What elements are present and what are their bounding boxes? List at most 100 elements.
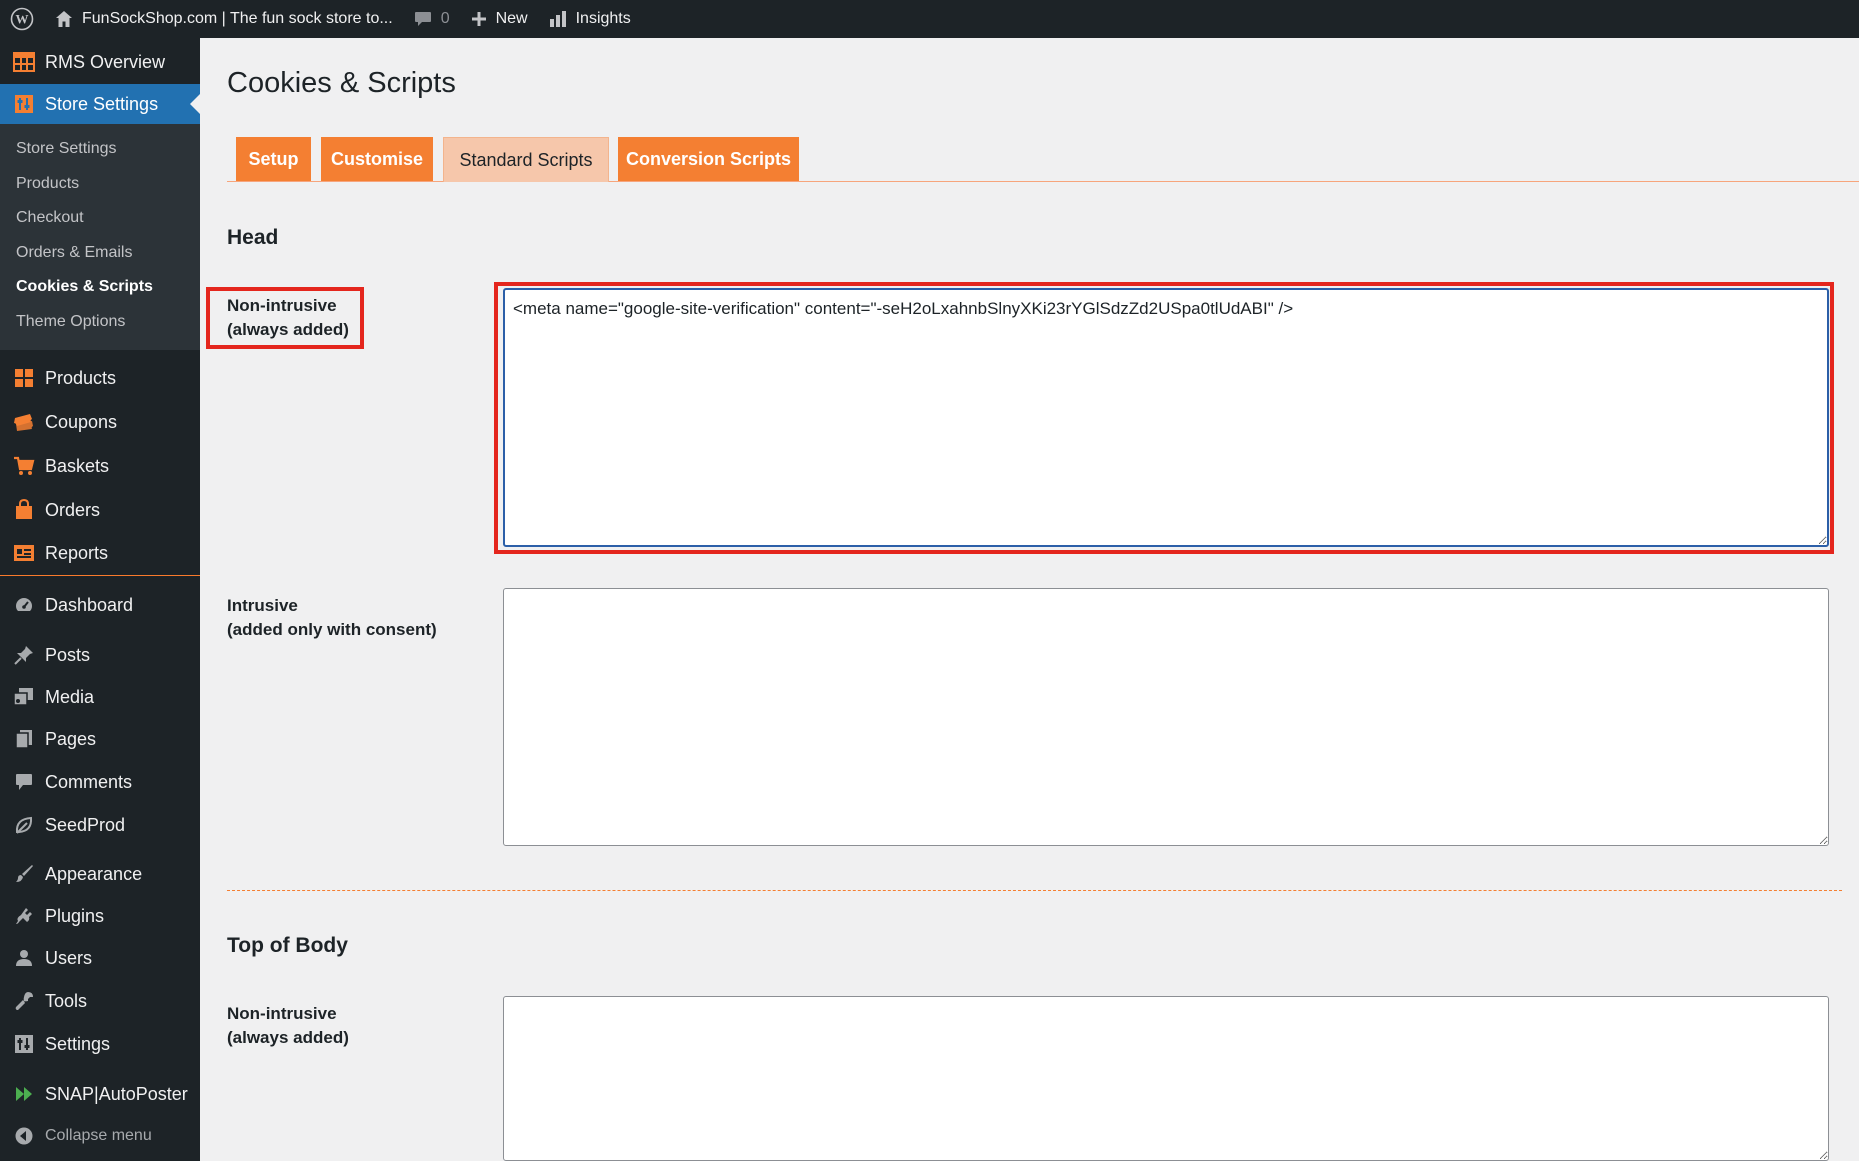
menu-rms-overview[interactable]: RMS Overview bbox=[0, 42, 200, 82]
submenu-theme-options[interactable]: Theme Options bbox=[16, 313, 125, 331]
site-name: FunSockShop.com | The fun sock store to.… bbox=[82, 10, 393, 27]
menu-label: Plugins bbox=[45, 905, 105, 926]
menu-label: Pages bbox=[45, 728, 97, 749]
menu-orders[interactable]: Orders bbox=[0, 490, 200, 530]
comment-icon bbox=[414, 12, 431, 26]
menu-label: SNAP|AutoPoster bbox=[45, 1083, 188, 1104]
body-section-title: Top of Body bbox=[227, 934, 348, 957]
label-line: Non-intrusive bbox=[227, 1004, 337, 1023]
head-intrusive-label: Intrusive (added only with consent) bbox=[227, 594, 437, 642]
menu-snap-autoposter[interactable]: SNAP|AutoPoster bbox=[0, 1074, 200, 1114]
report-icon bbox=[12, 541, 36, 565]
tab-setup[interactable]: Setup bbox=[236, 137, 311, 181]
submenu-checkout[interactable]: Checkout bbox=[16, 209, 84, 227]
label-line: Intrusive bbox=[227, 596, 298, 615]
settings-tabs: Setup Customise Standard Scripts Convers… bbox=[227, 137, 1859, 182]
menu-pages[interactable]: Pages bbox=[0, 719, 200, 759]
menu-label: Settings bbox=[45, 1033, 111, 1054]
menu-media[interactable]: Media bbox=[0, 677, 200, 717]
tab-customise[interactable]: Customise bbox=[321, 137, 433, 181]
menu-label: Coupons bbox=[45, 411, 118, 432]
settings-grid-icon bbox=[12, 92, 36, 116]
home-icon bbox=[56, 11, 72, 27]
menu-label: Baskets bbox=[45, 455, 110, 476]
collapse-menu-button[interactable]: Collapse menu bbox=[0, 1116, 200, 1156]
head-intrusive-textarea[interactable] bbox=[503, 588, 1829, 846]
insights-label: Insights bbox=[575, 10, 631, 27]
label-line: Non-intrusive bbox=[227, 296, 337, 315]
menu-separator bbox=[0, 575, 200, 576]
menu-label: Appearance bbox=[45, 863, 143, 884]
menu-label: Users bbox=[45, 947, 93, 968]
menu-reports[interactable]: Reports bbox=[0, 533, 200, 573]
submenu-store-settings[interactable]: Store Settings bbox=[16, 140, 117, 158]
admin-sidebar: RMS Overview Store Settings Store Settin… bbox=[0, 38, 200, 1161]
menu-products[interactable]: Products bbox=[0, 358, 200, 398]
insights-link[interactable]: Insights bbox=[538, 0, 641, 38]
site-name-link[interactable]: FunSockShop.com | The fun sock store to.… bbox=[44, 0, 403, 38]
cart-icon bbox=[12, 454, 36, 478]
menu-label: Tools bbox=[45, 990, 88, 1011]
menu-label: Store Settings bbox=[45, 93, 159, 114]
wordpress-logo-icon[interactable]: W bbox=[0, 0, 44, 38]
coupon-icon bbox=[12, 410, 36, 434]
collapse-icon bbox=[12, 1124, 36, 1148]
menu-label: Posts bbox=[45, 644, 91, 665]
menu-store-settings[interactable]: Store Settings bbox=[0, 84, 200, 124]
label-line: (always added) bbox=[227, 320, 349, 339]
body-non-intrusive-textarea[interactable] bbox=[503, 996, 1829, 1161]
menu-plugins[interactable]: Plugins bbox=[0, 896, 200, 936]
grid-icon bbox=[12, 366, 36, 390]
menu-label: SeedProd bbox=[45, 814, 126, 835]
menu-dashboard[interactable]: Dashboard bbox=[0, 585, 200, 625]
menu-users[interactable]: Users bbox=[0, 938, 200, 978]
menu-coupons[interactable]: Coupons bbox=[0, 402, 200, 442]
submenu-orders-emails[interactable]: Orders & Emails bbox=[16, 244, 132, 262]
menu-label: Media bbox=[45, 686, 95, 707]
menu-posts[interactable]: Posts bbox=[0, 635, 200, 675]
menu-comments[interactable]: Comments bbox=[0, 762, 200, 802]
head-non-intrusive-label: Non-intrusive (always added) bbox=[227, 294, 349, 342]
page-title: Cookies & Scripts bbox=[227, 67, 456, 99]
menu-seedprod[interactable]: SeedProd bbox=[0, 805, 200, 845]
plug-icon bbox=[12, 904, 36, 928]
menu-label: Reports bbox=[45, 542, 109, 563]
comment-count: 0 bbox=[440, 10, 450, 27]
pin-icon bbox=[12, 643, 36, 667]
tab-standard-scripts[interactable]: Standard Scripts bbox=[443, 137, 609, 182]
submenu-products[interactable]: Products bbox=[16, 175, 79, 193]
menu-tools[interactable]: Tools bbox=[0, 981, 200, 1021]
submenu-cookies-scripts[interactable]: Cookies & Scripts bbox=[16, 278, 153, 296]
bag-icon bbox=[12, 498, 36, 522]
head-non-intrusive-textarea[interactable] bbox=[503, 288, 1829, 547]
settings-icon bbox=[12, 1032, 36, 1056]
tab-conversion-scripts[interactable]: Conversion Scripts bbox=[618, 137, 799, 181]
store-settings-submenu: Store Settings Products Checkout Orders … bbox=[0, 124, 200, 350]
menu-label: Collapse menu bbox=[45, 1127, 152, 1144]
comments-link[interactable]: 0 bbox=[403, 0, 460, 38]
pages-icon bbox=[12, 727, 36, 751]
menu-settings[interactable]: Settings bbox=[0, 1024, 200, 1064]
menu-baskets[interactable]: Baskets bbox=[0, 446, 200, 486]
plus-icon bbox=[471, 12, 486, 26]
label-line: (added only with consent) bbox=[227, 620, 437, 639]
new-content-link[interactable]: New bbox=[460, 0, 538, 38]
menu-label: Dashboard bbox=[45, 594, 134, 615]
menu-label: Orders bbox=[45, 499, 101, 520]
user-icon bbox=[12, 946, 36, 970]
admin-bar: W FunSockShop.com | The fun sock store t… bbox=[0, 0, 1859, 38]
snap-arrow-icon bbox=[12, 1082, 36, 1106]
label-line: (always added) bbox=[227, 1028, 349, 1047]
main-content: Cookies & Scripts Setup Customise Standa… bbox=[200, 38, 1859, 1161]
menu-label: Products bbox=[45, 367, 117, 388]
table-icon bbox=[12, 50, 36, 74]
media-icon bbox=[12, 685, 36, 709]
menu-label: Comments bbox=[45, 771, 133, 792]
menu-appearance[interactable]: Appearance bbox=[0, 854, 200, 894]
bar-chart-icon bbox=[549, 11, 566, 27]
section-divider bbox=[227, 890, 1842, 891]
brush-icon bbox=[12, 862, 36, 886]
head-section-title: Head bbox=[227, 226, 279, 249]
menu-label: RMS Overview bbox=[45, 51, 166, 72]
dashboard-icon bbox=[12, 593, 36, 617]
